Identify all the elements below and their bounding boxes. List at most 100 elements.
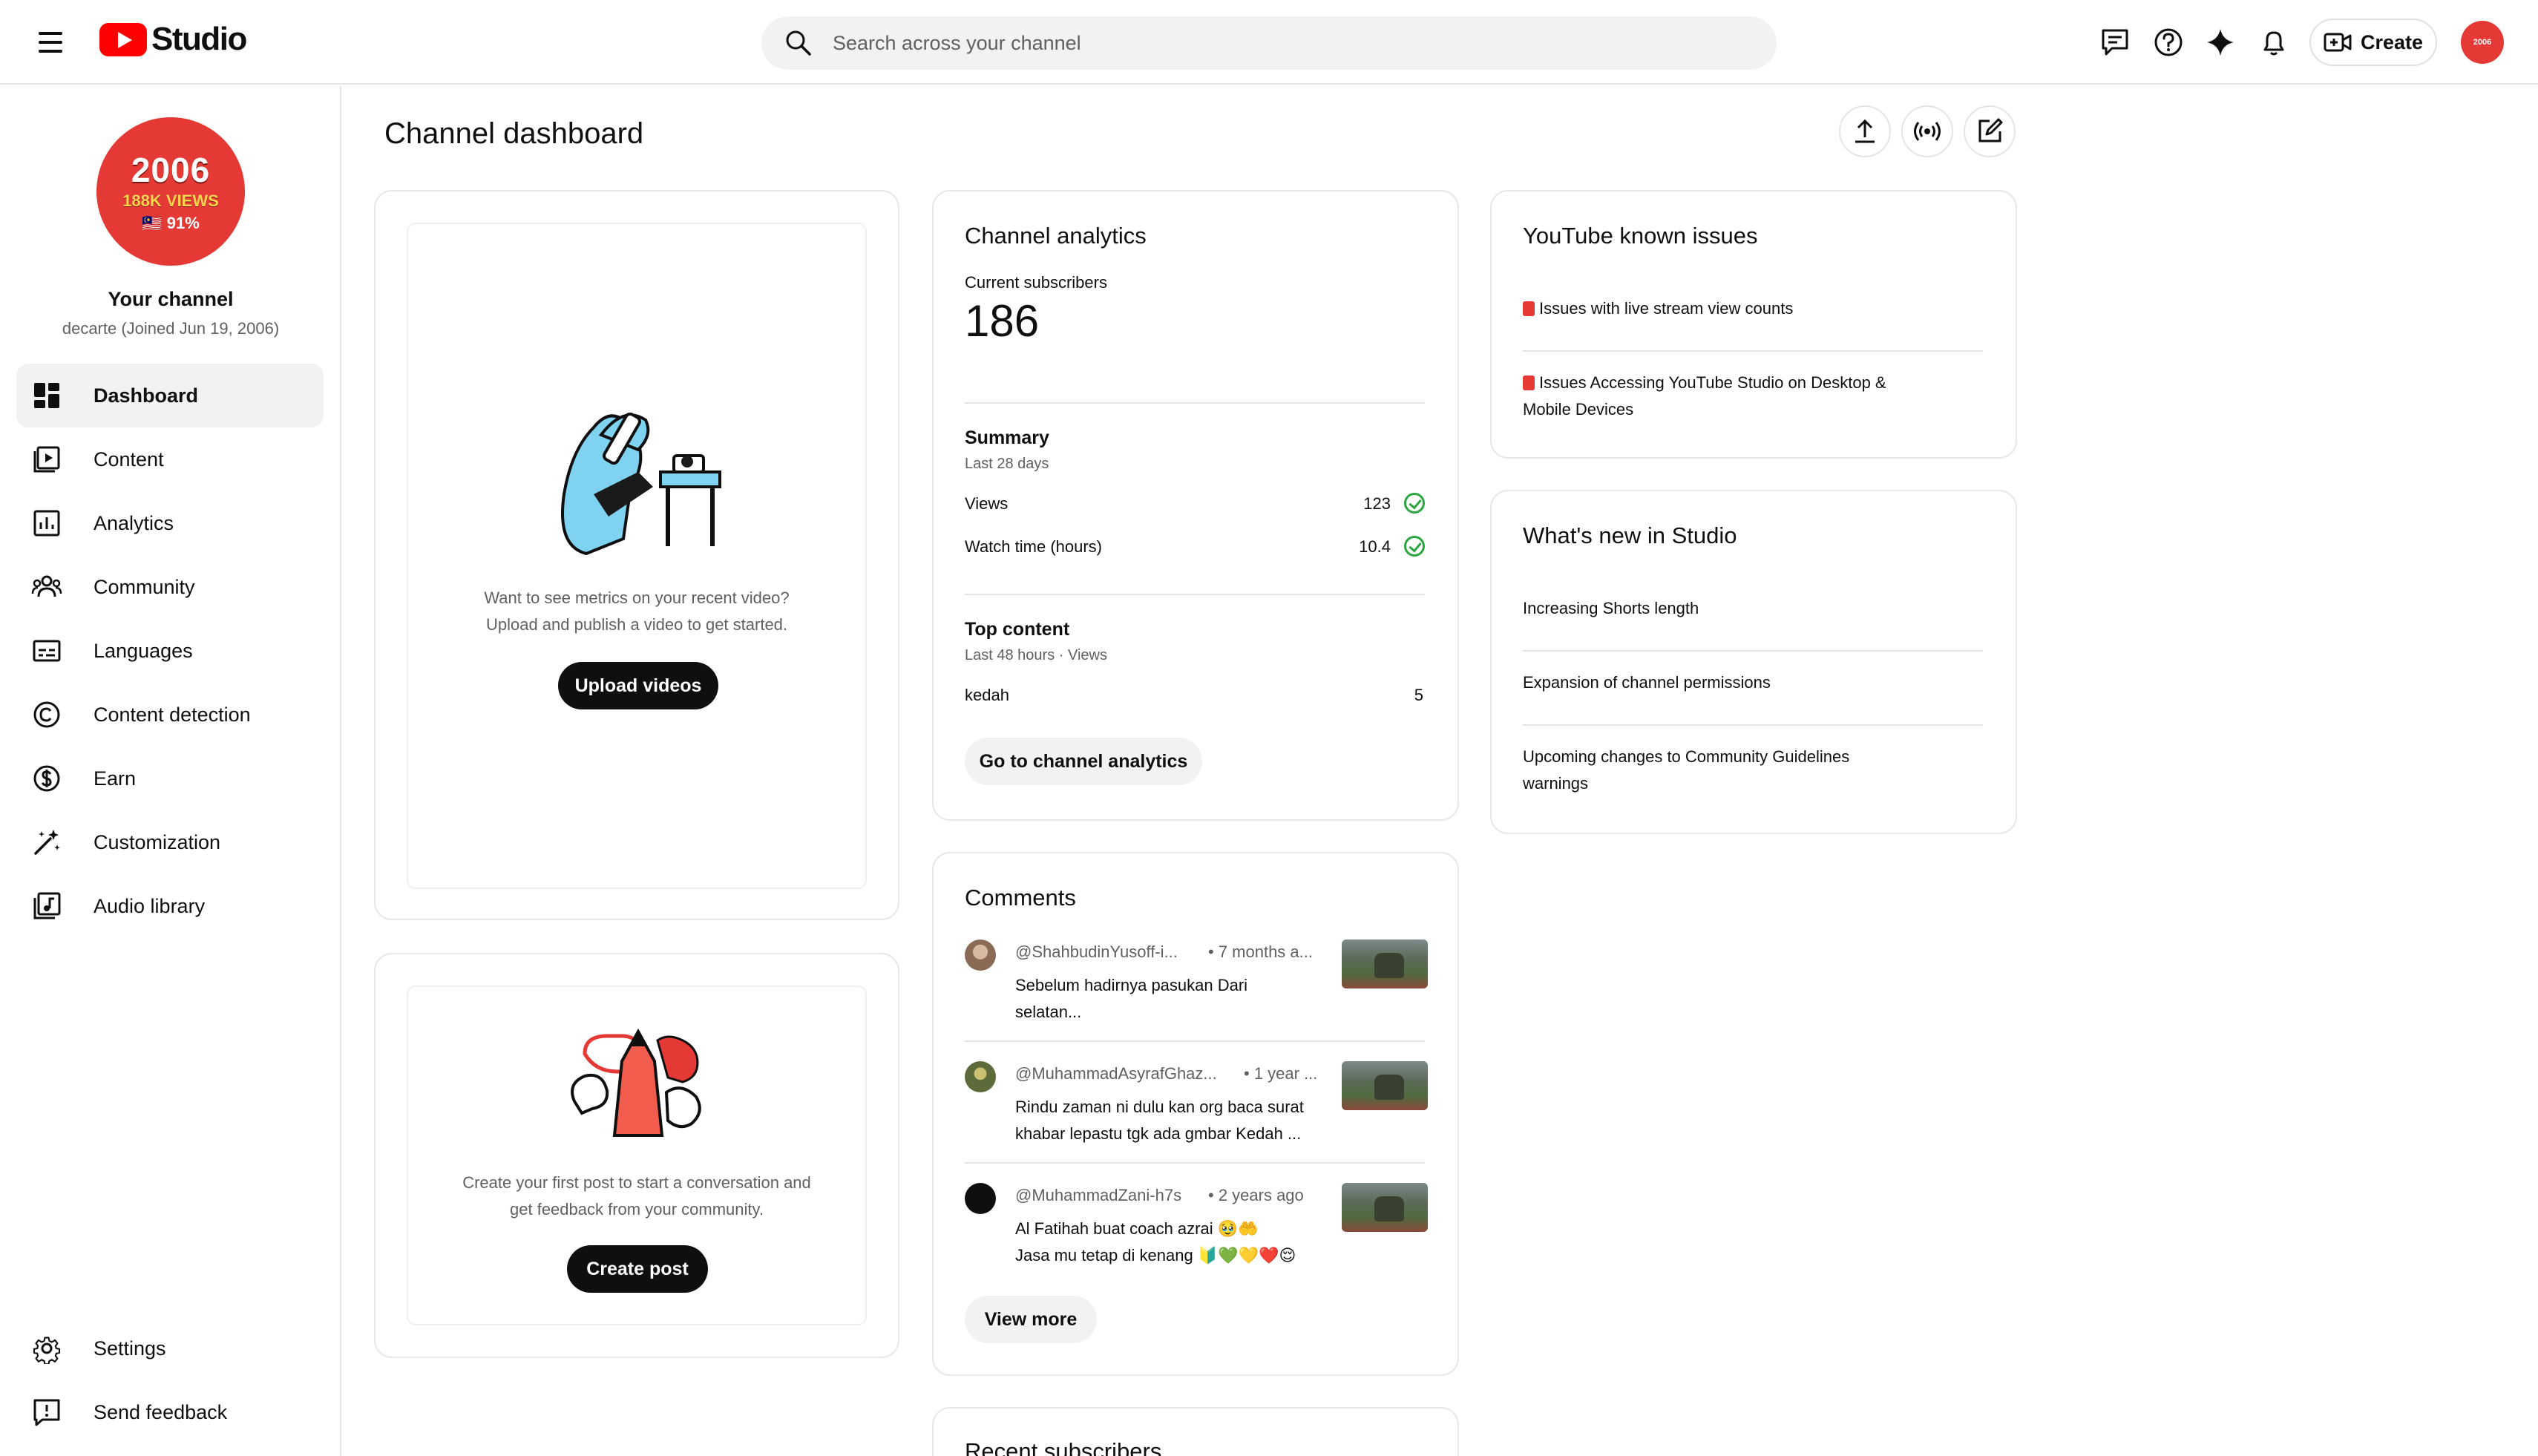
known-issue-item[interactable]: Issues with live stream view counts xyxy=(1523,295,1938,322)
sidebar: 2006 188K VIEWS 🇲🇾 91% Your channel deca… xyxy=(0,86,341,1456)
channel-analytics-card: Channel analytics Current subscribers 18… xyxy=(932,190,1459,821)
dashboard-icon xyxy=(34,383,59,408)
channel-avatar-line1: 2006 xyxy=(131,151,211,189)
search-icon[interactable] xyxy=(784,28,813,58)
create-post-card: Create your first post to start a conver… xyxy=(374,953,899,1358)
check-circle-icon xyxy=(1404,493,1425,514)
top-header: Studio Create 2006 xyxy=(0,0,2538,85)
gear-icon xyxy=(33,1337,61,1364)
comment-author[interactable]: @ShahbudinYusoff-i... xyxy=(1015,942,1208,962)
divider xyxy=(965,1040,1425,1042)
analytics-icon xyxy=(33,510,60,537)
feedback-chat-icon[interactable] xyxy=(2099,26,2131,59)
analytics-title: Channel analytics xyxy=(965,223,1147,249)
comment-author[interactable]: @MuhammadZani-h7s xyxy=(1015,1186,1208,1205)
audio-library-icon xyxy=(33,892,61,919)
create-label: Create xyxy=(2360,30,2424,53)
channel-title[interactable]: Your channel xyxy=(0,288,341,311)
sidebar-item-label: Settings xyxy=(94,1337,166,1360)
search-input[interactable] xyxy=(833,31,1723,55)
subscribers-count: 186 xyxy=(965,296,1040,346)
go-live-button[interactable] xyxy=(1901,105,1953,157)
commenter-avatar[interactable] xyxy=(965,1183,996,1214)
channel-avatar-line2: 188K VIEWS xyxy=(122,191,219,210)
create-button[interactable]: Create xyxy=(2309,19,2437,66)
search-bar[interactable] xyxy=(761,16,1777,70)
commenter-avatar[interactable] xyxy=(965,939,996,971)
video-thumbnail[interactable] xyxy=(1342,939,1428,988)
sidebar-item-label: Earn xyxy=(94,767,137,790)
channel-subtitle: decarte (Joined Jun 19, 2006) xyxy=(62,319,280,338)
recent-subscribers-card: Recent subscribers xyxy=(932,1407,1459,1456)
video-thumbnail[interactable] xyxy=(1342,1183,1428,1232)
known-issues-card: YouTube known issues Issues with live st… xyxy=(1490,190,2017,459)
copyright-icon xyxy=(33,701,60,728)
alert-icon xyxy=(1523,376,1535,390)
metric-views-label: Views xyxy=(965,494,1009,513)
alert-icon xyxy=(1523,301,1535,316)
studio-logo[interactable]: Studio xyxy=(99,21,247,58)
comment-author[interactable]: @MuhammadAsyrafGhaz... xyxy=(1015,1064,1230,1083)
comment-text-line2: Jasa mu tetap di kenang 🔰💚💛❤️😌 xyxy=(1015,1246,1296,1265)
youtube-play-icon xyxy=(99,22,147,56)
summary-period: Last 28 days xyxy=(965,456,1049,472)
help-icon[interactable] xyxy=(2152,26,2185,59)
community-post-illustration xyxy=(571,1028,701,1137)
upload-video-button[interactable] xyxy=(1839,105,1891,157)
view-more-button[interactable]: View more xyxy=(965,1296,1097,1343)
sidebar-item-analytics[interactable]: Analytics xyxy=(16,491,324,555)
sidebar-nav: Dashboard Content Analytics Community La… xyxy=(16,364,324,938)
magic-wand-icon xyxy=(34,830,60,855)
upload-videos-button[interactable]: Upload videos xyxy=(558,662,718,709)
comment-text-line2: selatan... xyxy=(1015,1003,1082,1021)
comments-title: Comments xyxy=(965,885,1076,911)
metric-watch-time-label: Watch time (hours) xyxy=(965,537,1103,556)
comment-text-line1: Sebelum hadirnya pasukan Dari xyxy=(1015,976,1248,994)
channel-avatar-line3: 🇲🇾 91% xyxy=(142,214,200,232)
sidebar-item-settings[interactable]: Settings xyxy=(16,1316,324,1380)
notifications-bell-icon[interactable] xyxy=(2257,26,2290,59)
live-broadcast-icon xyxy=(1914,122,1941,141)
post-card-text-1: Create your first post to start a conver… xyxy=(462,1173,811,1192)
feedback-icon xyxy=(33,1399,60,1426)
menu-icon[interactable] xyxy=(33,24,68,60)
page-title: Channel dashboard xyxy=(384,117,644,150)
top-content-period: Last 48 hours · Views xyxy=(965,647,1107,663)
video-add-icon xyxy=(2324,33,2352,52)
sidebar-item-content[interactable]: Content xyxy=(16,427,324,491)
whats-new-item[interactable]: Increasing Shorts length xyxy=(1523,595,1938,622)
comment-text-line2: khabar lepastu tgk ada gmbar Kedah ... xyxy=(1015,1124,1302,1143)
video-thumbnail[interactable] xyxy=(1342,1061,1428,1110)
known-issue-text: Issues with live stream view counts xyxy=(1539,299,1794,318)
known-issue-item[interactable]: Issues Accessing YouTube Studio on Deskt… xyxy=(1523,370,1938,423)
sidebar-item-audio-library[interactable]: Audio library xyxy=(16,874,324,938)
create-post-button[interactable] xyxy=(1964,105,2016,157)
sidebar-item-dashboard[interactable]: Dashboard xyxy=(16,364,324,427)
sidebar-item-send-feedback[interactable]: Send feedback xyxy=(16,1380,324,1444)
sidebar-item-label: Customization xyxy=(94,830,221,853)
go-to-channel-analytics-button[interactable]: Go to channel analytics xyxy=(965,738,1202,785)
channel-avatar[interactable]: 2006 188K VIEWS 🇲🇾 91% xyxy=(96,117,245,266)
comment-time: • 7 months a... xyxy=(1208,942,1313,961)
sidebar-item-languages[interactable]: Languages xyxy=(16,619,324,683)
whats-new-item[interactable]: Expansion of channel permissions xyxy=(1523,669,1938,696)
sidebar-item-earn[interactable]: Earn xyxy=(16,747,324,810)
divider xyxy=(965,1162,1425,1164)
create-post-button[interactable]: Create post xyxy=(567,1245,708,1293)
sparkle-icon[interactable] xyxy=(2204,26,2237,59)
sidebar-item-community[interactable]: Community xyxy=(16,555,324,619)
sidebar-item-customization[interactable]: Customization xyxy=(16,810,324,874)
whats-new-title: What's new in Studio xyxy=(1523,522,1737,548)
sidebar-item-label: Analytics xyxy=(94,511,174,534)
top-content-item-title[interactable]: kedah xyxy=(965,686,1009,705)
divider xyxy=(1523,350,1983,352)
subtitles-icon xyxy=(33,640,61,662)
commenter-avatar[interactable] xyxy=(965,1061,996,1092)
summary-title: Summary xyxy=(965,427,1049,448)
sidebar-item-content-detection[interactable]: Content detection xyxy=(16,683,324,747)
whats-new-item[interactable]: Upcoming changes to Community Guidelines… xyxy=(1523,744,1909,797)
account-avatar[interactable]: 2006 xyxy=(2461,21,2504,64)
divider xyxy=(1523,650,1983,652)
top-content-title: Top content xyxy=(965,619,1070,640)
divider xyxy=(965,402,1425,404)
